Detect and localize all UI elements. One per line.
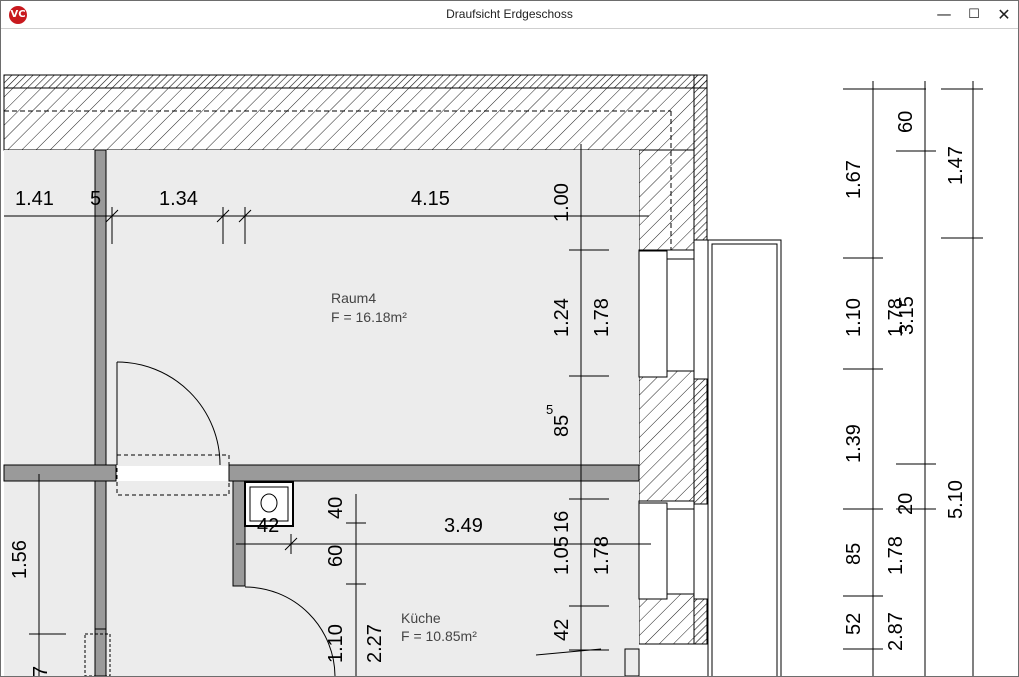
dimension-label: 7 (30, 666, 52, 676)
dimension-label: 40 (325, 497, 347, 519)
dimension-superscript: 5 (546, 402, 553, 417)
dimension-label: 1.10 (325, 624, 347, 663)
floor-plan-canvas[interactable]: Raum4 F = 16.18m² Küche F = 10.85m² 1.41… (1, 29, 1018, 676)
dimension-superscript: 16 (551, 511, 573, 533)
dimension-label: 3.49 (444, 515, 483, 537)
dimension-label: 5.10 (945, 480, 967, 519)
dimension-label: 20 (895, 493, 917, 515)
dimension-label: 1.78 (885, 298, 907, 337)
room-name-kueche: Küche (401, 610, 441, 626)
floor-plan-drawing[interactable]: Raum4 F = 16.18m² Küche F = 10.85m² 1.41… (1, 29, 1018, 676)
dimension-label: 85 (551, 415, 573, 437)
application-window: VC Draufsicht Erdgeschoss — ☐ ✕ Raum4 F … (0, 0, 1019, 677)
dimension-label: 1.05 (551, 536, 573, 575)
dimension-label: 1.56 (9, 540, 31, 579)
minimize-button[interactable]: — (929, 1, 959, 28)
room-name-raum4: Raum4 (331, 290, 376, 306)
dimension-label: 2.27 (364, 624, 386, 663)
dimension-label: 60 (895, 111, 917, 133)
title-bar[interactable]: VC Draufsicht Erdgeschoss — ☐ ✕ (1, 1, 1018, 29)
dimension-label: 1.24 (551, 298, 573, 337)
dimension-label: 1.78 (885, 536, 907, 575)
dimension-label: 42 (551, 619, 573, 641)
dimension-label: 60 (325, 545, 347, 567)
dimension-label: 1.41 (15, 188, 54, 210)
dimension-label: 85 (843, 543, 865, 565)
dimension-label: 52 (843, 613, 865, 635)
room-area-kueche: F = 10.85m² (401, 628, 477, 644)
dimension-label: 1.78 (591, 298, 613, 337)
maximize-button[interactable]: ☐ (959, 1, 989, 28)
dimension-label: 4.15 (411, 188, 450, 210)
room-area-raum4: F = 16.18m² (331, 309, 407, 325)
outer-dimension-chain: 1.67 1.10 1.39 85 52 3.15 1.78 1.78 2.87… (843, 111, 967, 651)
dimension-label: 2.87 (885, 612, 907, 651)
dimension-label: 1.78 (591, 536, 613, 575)
window-title: Draufsicht Erdgeschoss (446, 7, 573, 21)
balcony-outline (707, 239, 782, 676)
dimension-label: 1.34 (159, 188, 198, 210)
dimension-label: 1.10 (843, 298, 865, 337)
dimension-label: 42 (257, 515, 279, 537)
dimension-label: 1.39 (843, 424, 865, 463)
dimension-label: 5 (90, 188, 101, 210)
dimension-label: 1.47 (945, 146, 967, 185)
dimension-label: 1.67 (843, 160, 865, 199)
close-button[interactable]: ✕ (989, 1, 1019, 28)
dimension-label: 1.00 (551, 183, 573, 222)
